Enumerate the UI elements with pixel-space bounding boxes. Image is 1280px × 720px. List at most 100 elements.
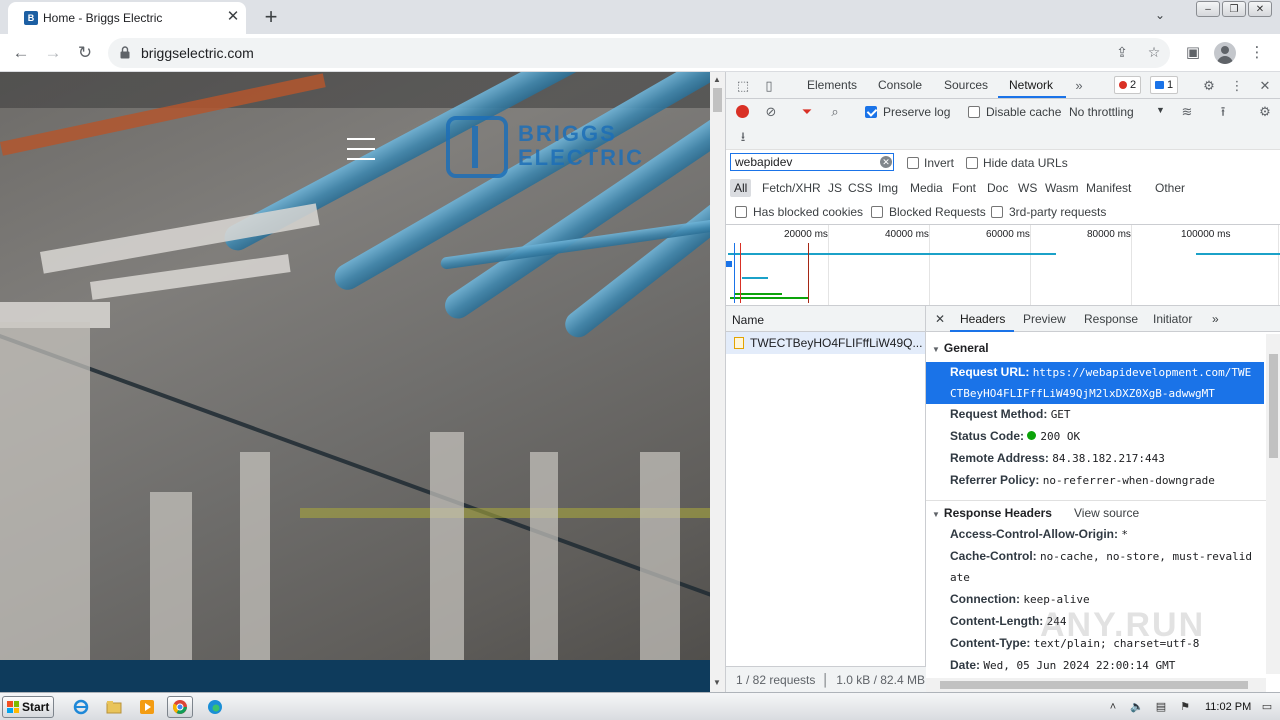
record-stop-icon[interactable] [736,105,749,118]
invert-checkbox[interactable] [907,157,919,169]
show-desktop-icon[interactable]: ▭ [1260,700,1274,714]
media-player-icon[interactable] [134,696,160,718]
start-button[interactable]: Start [2,696,54,718]
tab-console[interactable]: Console [878,78,922,92]
show-hidden-icons-icon[interactable]: ˄ [1106,700,1120,714]
tab-network[interactable]: Network [1009,78,1053,92]
filter-all[interactable]: All [730,179,752,197]
throttling-dropdown-arrow-icon[interactable]: ▼ [1156,105,1165,115]
throttling-select[interactable]: No throttling [1069,105,1134,119]
request-method-row[interactable]: Request Method: GET [950,404,1266,425]
address-bar[interactable]: briggselectric.com ⇪ ☆ [108,38,1170,68]
search-icon[interactable]: ⌕ [826,103,844,121]
details-horizontal-scrollbar[interactable] [926,678,1266,692]
reload-icon[interactable]: ↻ [72,40,98,66]
close-window-button[interactable]: ✕ [1248,1,1272,17]
network-tray-icon[interactable]: ▤ [1154,700,1168,714]
tab-preview[interactable]: Preview [1023,312,1066,326]
request-url-row[interactable]: Request URL: https://webapidevelopment.c… [950,362,1266,404]
hide-data-urls-checkbox[interactable] [966,157,978,169]
network-overview-timeline[interactable]: 20000 ms 40000 ms 60000 ms 80000 ms 1000… [726,225,1280,306]
tab-elements[interactable]: Elements [807,78,857,92]
import-har-upload-icon[interactable]: ⭱ [1214,103,1232,121]
scroll-down-arrow-icon[interactable]: ▼ [713,678,721,687]
export-har-download-icon[interactable]: ⭳ [734,128,752,146]
forward-arrow-icon[interactable]: → [40,40,66,66]
network-filter-input[interactable] [730,153,894,171]
filter-ws[interactable]: WS [1014,179,1041,197]
lock-icon[interactable] [120,46,130,59]
hamburger-menu-icon[interactable] [347,138,375,160]
acao-header-row[interactable]: Access-Control-Allow-Origin: * [950,524,1266,545]
network-settings-gear-icon[interactable]: ⚙ [1256,103,1274,121]
device-toolbar-icon[interactable]: ▯ [760,77,778,95]
message-count-badge[interactable]: 1 [1150,76,1179,94]
clear-filter-icon[interactable]: ✕ [880,156,892,168]
disable-cache-checkbox[interactable] [968,106,980,118]
filter-fetch-xhr[interactable]: Fetch/XHR [758,179,825,197]
name-column-header[interactable]: Name [726,306,925,332]
more-tabs-chevron-icon[interactable]: » [1070,77,1088,95]
clear-icon[interactable]: ⊘ [762,103,780,121]
new-tab-button[interactable]: + [258,4,284,30]
edge-icon[interactable] [202,696,228,718]
close-details-icon[interactable]: ✕ [935,312,945,326]
more-detail-tabs-chevron-icon[interactable]: » [1212,312,1219,326]
tab-response[interactable]: Response [1084,312,1138,326]
filter-manifest[interactable]: Manifest [1082,179,1135,197]
scrollbar-thumb[interactable] [940,681,1248,689]
action-center-flag-icon[interactable]: ⚑ [1178,700,1192,714]
close-devtools-icon[interactable]: ✕ [1256,77,1274,95]
filter-funnel-icon[interactable]: ⏷ [798,103,816,121]
taskbar-clock[interactable]: 11:02 PM [1205,701,1251,713]
has-blocked-cookies-checkbox[interactable] [735,206,747,218]
restore-button[interactable]: ❐ [1222,1,1246,17]
browser-tab[interactable]: B Home - Briggs Electric ✕ [8,2,246,34]
tab-search-chevron-icon[interactable]: ⌄ [1150,8,1170,26]
response-headers-section-header[interactable]: ▼ Response Headers View source [926,500,1266,522]
share-icon[interactable]: ⇪ [1112,44,1132,62]
url-text[interactable]: briggselectric.com [141,45,254,61]
tab-headers[interactable]: Headers [960,312,1005,326]
page-scrollbar[interactable]: ▲ ▼ [710,72,725,692]
file-explorer-icon[interactable] [101,696,127,718]
filter-wasm[interactable]: Wasm [1041,179,1083,197]
inspect-element-icon[interactable]: ⬚ [734,77,752,95]
filter-css[interactable]: CSS [844,179,877,197]
filter-font[interactable]: Font [948,179,980,197]
error-count-badge[interactable]: 2 [1114,76,1142,94]
minimize-button[interactable]: – [1196,1,1220,17]
filter-img[interactable]: Img [874,179,902,197]
volume-icon[interactable]: 🔈 [1130,700,1144,714]
back-arrow-icon[interactable]: ← [8,40,34,66]
profile-avatar[interactable] [1212,40,1238,66]
referrer-policy-row[interactable]: Referrer Policy: no-referrer-when-downgr… [950,470,1266,491]
scroll-up-arrow-icon[interactable]: ▲ [713,75,721,84]
close-tab-icon[interactable]: ✕ [224,8,242,26]
blocked-requests-checkbox[interactable] [871,206,883,218]
filter-js[interactable]: JS [824,179,846,197]
details-vertical-scrollbar[interactable] [1266,334,1280,674]
remote-address-row[interactable]: Remote Address: 84.38.182.217:443 [950,448,1266,469]
status-code-row[interactable]: Status Code: 200 OK [950,426,1266,447]
request-row[interactable]: TWECTBeyHO4FLIFffLiW49Q... [726,332,925,354]
settings-gear-icon[interactable]: ⚙ [1200,77,1218,95]
customize-menu-icon[interactable]: ⋮ [1228,77,1246,95]
briggs-electric-logo[interactable]: BRIGGS ELECTRIC [446,114,656,180]
filter-other[interactable]: Other [1151,179,1189,197]
chrome-taskbar-icon[interactable] [167,696,193,718]
preserve-log-checkbox[interactable] [865,106,877,118]
side-panel-icon[interactable]: ▣ [1180,40,1206,66]
internet-explorer-icon[interactable] [68,696,94,718]
bookmark-star-icon[interactable]: ☆ [1144,44,1164,62]
general-section-header[interactable]: ▼ General [926,336,1266,358]
scrollbar-thumb[interactable] [713,88,722,112]
network-conditions-wifi-icon[interactable]: ≋ [1178,103,1196,121]
tab-sources[interactable]: Sources [944,78,988,92]
tab-initiator[interactable]: Initiator [1153,312,1192,326]
scrollbar-thumb[interactable] [1269,354,1278,458]
view-source-link[interactable]: View source [1074,506,1139,520]
filter-doc[interactable]: Doc [983,179,1012,197]
chrome-menu-icon[interactable]: ⋮ [1244,40,1270,66]
third-party-requests-checkbox[interactable] [991,206,1003,218]
